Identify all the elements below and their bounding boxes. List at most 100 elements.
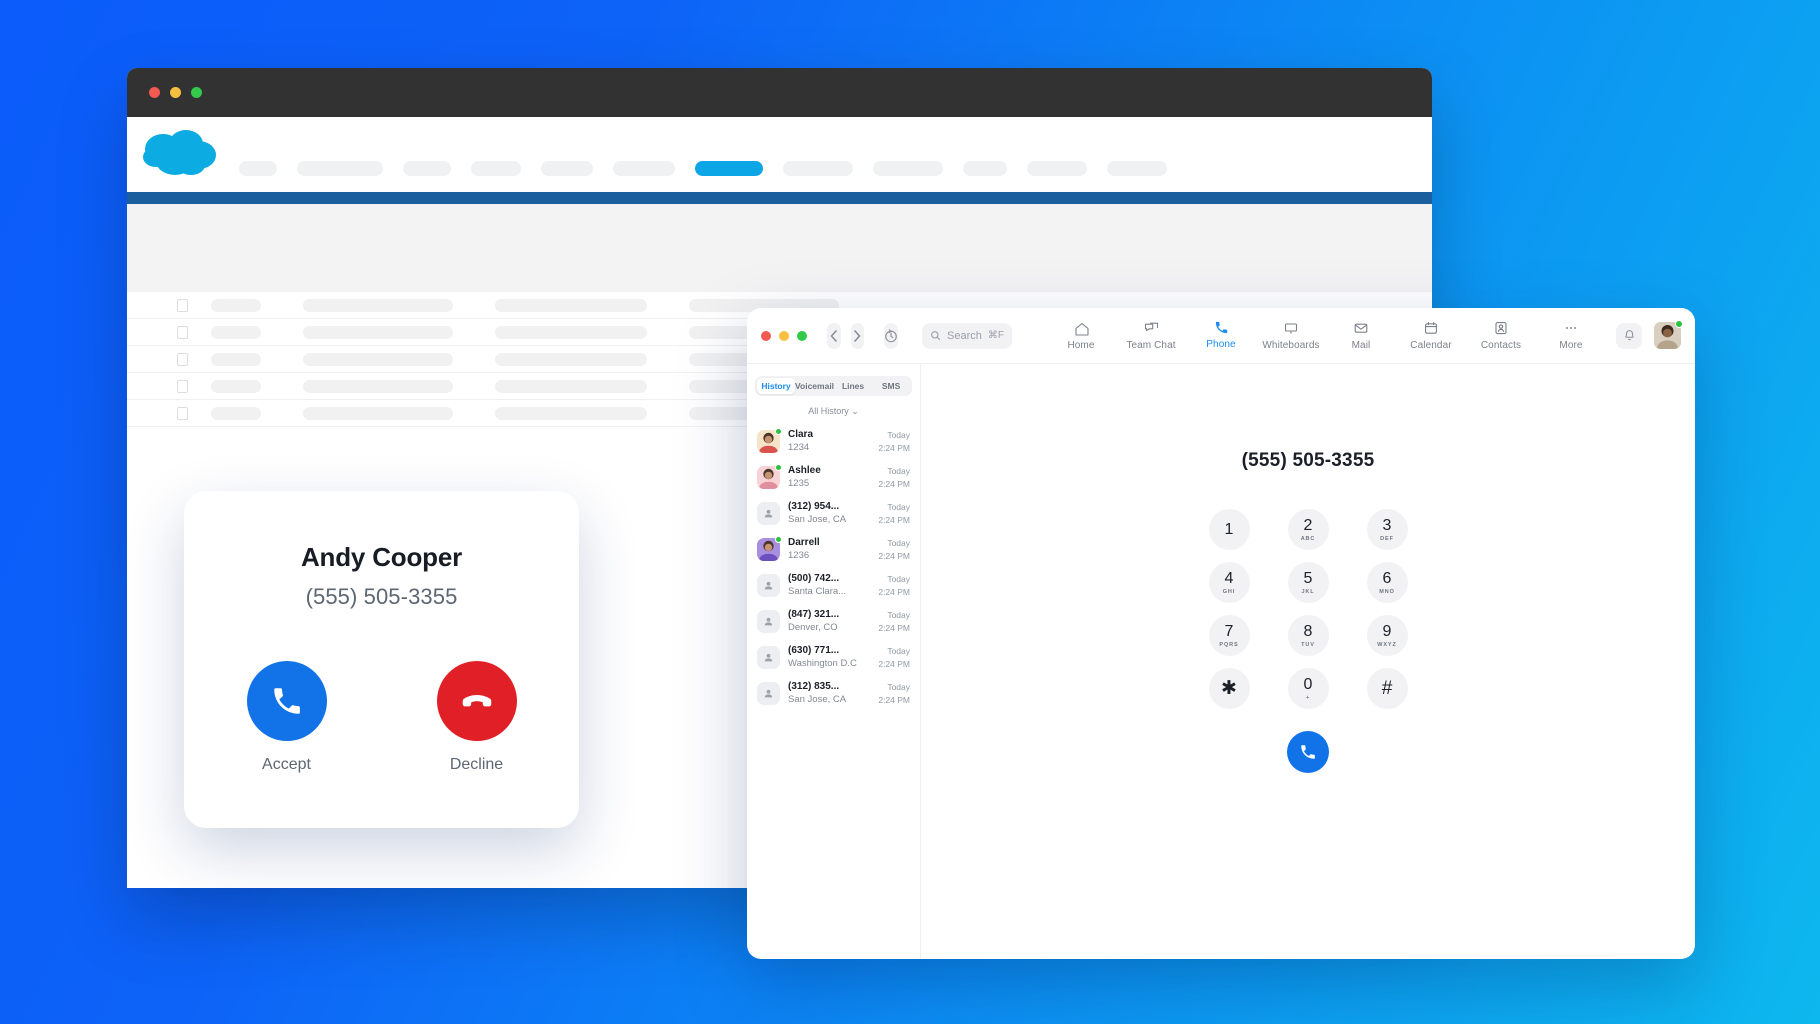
crm-nav-tab[interactable]	[963, 161, 1007, 176]
dialpad-key-9[interactable]: 9 WXYZ	[1366, 615, 1408, 656]
dial-call-button[interactable]	[1287, 731, 1329, 773]
row-checkbox[interactable]	[177, 298, 188, 312]
crm-nav-tab[interactable]	[403, 161, 451, 176]
search-input[interactable]: Search ⌘F	[922, 322, 1012, 349]
nav-item-phone[interactable]: Phone	[1186, 320, 1256, 350]
call-history-list[interactable]: Clara 1234 Today 2:24 PM Ashlee 1235 Today 2:24…	[747, 423, 920, 959]
nav-item-contacts[interactable]: Contacts	[1466, 320, 1536, 351]
list-item[interactable]: (630) 771... Washington D.C Today 2:24 PM	[755, 639, 912, 675]
tab-sms[interactable]: SMS	[872, 378, 910, 394]
crm-nav-tab[interactable]	[541, 161, 593, 176]
person-icon	[764, 617, 773, 625]
crm-nav-tab[interactable]	[1027, 161, 1087, 176]
person-icon	[764, 581, 773, 589]
tab-voicemail[interactable]: Voicemail	[795, 378, 834, 394]
crm-nav-tab[interactable]	[695, 161, 763, 176]
crm-nav-tab[interactable]	[1107, 161, 1167, 176]
dialpad-key-1[interactable]: 1	[1208, 509, 1250, 550]
dialpad-key-digit: 2	[1303, 516, 1313, 534]
contact-subtitle: Santa Clara...	[788, 586, 847, 597]
dialpad-key-digit: 7	[1224, 622, 1234, 640]
nav-item-whiteboards[interactable]: Whiteboards	[1256, 320, 1326, 351]
phone-maximize-button[interactable]	[797, 330, 807, 341]
crm-nav-tab[interactable]	[239, 161, 277, 176]
mail-icon	[1354, 323, 1368, 333]
table-cell	[303, 298, 453, 312]
row-checkbox[interactable]	[177, 352, 188, 366]
search-placeholder: Search	[947, 329, 982, 342]
phone-app-window: Search ⌘F Home Team Chat Phone Whiteboards M…	[747, 308, 1695, 959]
tab-history[interactable]: History	[757, 378, 795, 394]
crm-nav-tab[interactable]	[873, 161, 943, 176]
nav-item-team-chat[interactable]: Team Chat	[1116, 320, 1186, 351]
list-item[interactable]: (847) 321... Denver, CO Today 2:24 PM	[755, 603, 912, 639]
dialpad-key-6[interactable]: 6 MNO	[1366, 562, 1408, 603]
table-cell	[211, 352, 261, 366]
row-checkbox[interactable]	[177, 406, 188, 420]
accept-label: Accept	[262, 756, 311, 773]
dialpad-key-digit: 9	[1382, 622, 1392, 640]
nav-item-calendar[interactable]: Calendar	[1396, 320, 1466, 351]
nav-item-home[interactable]: Home	[1046, 320, 1116, 351]
nav-item-label: Phone	[1206, 339, 1236, 350]
list-item-meta: Today 2:24 PM	[878, 502, 910, 525]
list-item[interactable]: Ashlee 1235 Today 2:24 PM	[755, 459, 912, 495]
accept-call-circle[interactable]	[246, 661, 327, 741]
crm-nav-tab[interactable]	[613, 161, 675, 176]
crm-minimize-button[interactable]	[170, 87, 181, 98]
dialpad-key-star[interactable]: ✱	[1208, 668, 1250, 709]
dialpad-key-8[interactable]: 8 TUV	[1287, 615, 1329, 656]
dialpad-key-5[interactable]: 5 JKL	[1287, 562, 1329, 603]
dialpad-key-2[interactable]: 2 ABC	[1287, 509, 1329, 550]
list-item[interactable]: Clara 1234 Today 2:24 PM	[755, 423, 912, 459]
contact-placeholder-avatar	[757, 573, 780, 597]
dialpad-key-digit: 4	[1224, 569, 1234, 587]
list-item[interactable]: Darrell 1236 Today 2:24 PM	[755, 531, 912, 567]
crm-nav-tab[interactable]	[471, 161, 521, 176]
back-button[interactable]	[827, 322, 841, 349]
phone-minimize-button[interactable]	[779, 330, 789, 341]
tab-lines[interactable]: Lines	[834, 378, 872, 394]
recents-button[interactable]	[884, 322, 899, 349]
dialpad-keypad: 1 2 ABC 3 DEF 4 GHI 5 JKL 6 MNO 7 PQRS 8 TUV 9 WXYZ ✱ 0 + #	[1200, 509, 1417, 709]
crm-nav-tab[interactable]	[297, 161, 383, 176]
contact-name: (847) 321...	[788, 609, 840, 620]
nav-item-label: Home	[1067, 340, 1095, 351]
row-checkbox[interactable]	[177, 325, 188, 339]
list-item[interactable]: (500) 742... Santa Clara... Today 2:24 PM	[755, 567, 912, 603]
list-item[interactable]: (312) 954... San Jose, CA Today 2:24 PM	[755, 495, 912, 531]
dialpad-key-7[interactable]: 7 PQRS	[1208, 615, 1250, 656]
list-item-content: Ashlee 1235	[788, 465, 870, 489]
chat-bubbles-icon	[1144, 322, 1159, 332]
forward-button[interactable]	[850, 322, 865, 349]
row-checkbox[interactable]	[177, 379, 188, 393]
dialpad-key-letters: WXYZ	[1377, 641, 1397, 648]
call-day: Today	[887, 681, 910, 692]
list-item-content: (500) 742... Santa Clara...	[788, 573, 870, 597]
person-icon	[764, 653, 773, 661]
dialpad-key-hash[interactable]: #	[1366, 668, 1408, 709]
dialpad-key-4[interactable]: 4 GHI	[1208, 562, 1250, 603]
crm-nav-tab[interactable]	[783, 161, 853, 176]
presence-badge	[775, 427, 782, 435]
decline-call-circle[interactable]	[436, 661, 517, 741]
dialpad-key-digit: ✱	[1221, 678, 1237, 699]
recents-clock-icon	[885, 328, 897, 342]
accept-call-button[interactable]: Accept	[246, 661, 327, 774]
crm-maximize-button[interactable]	[191, 87, 202, 98]
notifications-button[interactable]	[1616, 322, 1642, 349]
dialpad-key-3[interactable]: 3 DEF	[1366, 509, 1408, 550]
decline-call-button[interactable]: Decline	[436, 661, 517, 774]
nav-item-more[interactable]: More	[1536, 320, 1606, 351]
crm-close-button[interactable]	[149, 87, 160, 98]
phone-close-button[interactable]	[761, 330, 771, 341]
nav-item-mail[interactable]: Mail	[1326, 320, 1396, 351]
nav-item-label: Whiteboards	[1262, 340, 1320, 351]
phone-traffic-lights	[761, 330, 807, 341]
user-avatar[interactable]	[1654, 320, 1683, 349]
list-item[interactable]: (312) 835... San Jose, CA Today 2:24 PM	[755, 675, 912, 711]
table-cell	[211, 406, 261, 420]
history-filter-dropdown[interactable]: All History ⌄	[747, 406, 920, 417]
dialpad-key-0[interactable]: 0 +	[1287, 668, 1329, 709]
person-icon	[764, 689, 773, 697]
